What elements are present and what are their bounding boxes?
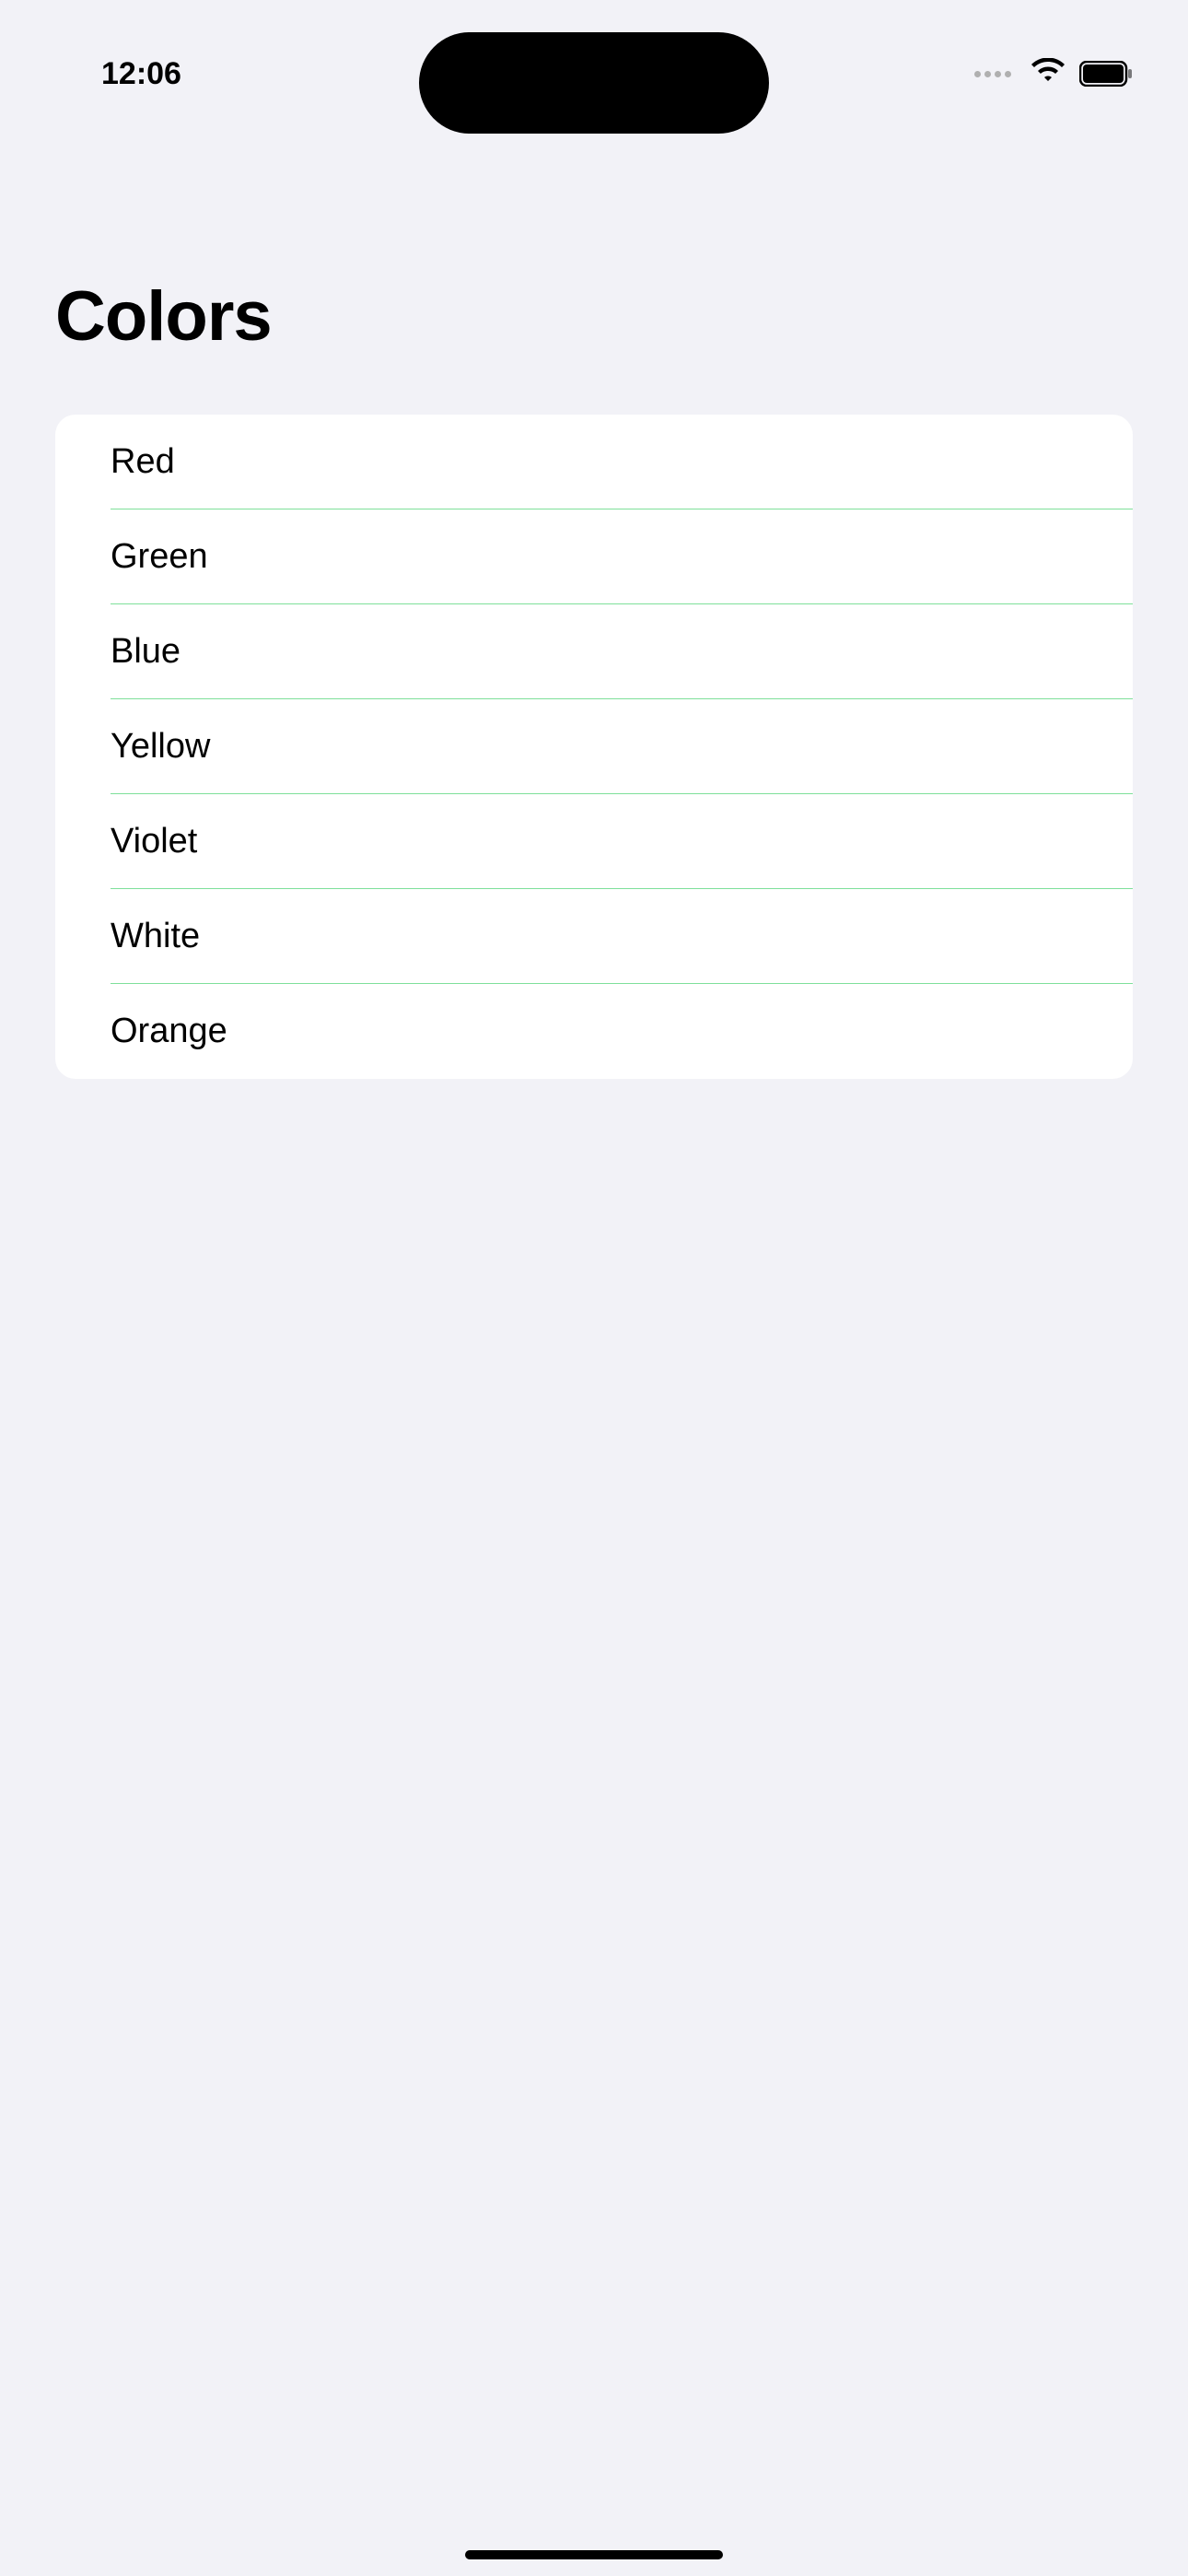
page-title: Colors	[55, 276, 272, 357]
wifi-icon	[1030, 58, 1066, 90]
colors-list: Red Green Blue Yellow Violet White Orang…	[55, 415, 1133, 1079]
dynamic-island	[419, 32, 769, 134]
list-item[interactable]: Violet	[55, 794, 1133, 889]
list-item-label: Blue	[111, 632, 181, 671]
list-item-label: Orange	[111, 1012, 227, 1050]
list-item-label: White	[111, 917, 200, 955]
home-indicator[interactable]	[465, 2550, 723, 2559]
cellular-signal-icon	[974, 71, 1011, 77]
list-item[interactable]: Green	[55, 509, 1133, 604]
status-bar: 12:06	[0, 0, 1188, 111]
status-right	[974, 58, 1133, 90]
battery-icon	[1079, 61, 1133, 87]
list-item[interactable]: Red	[55, 415, 1133, 509]
list-item-label: Violet	[111, 822, 197, 861]
list-item[interactable]: Yellow	[55, 699, 1133, 794]
list-item-label: Red	[111, 442, 175, 481]
list-item[interactable]: Orange	[55, 984, 1133, 1079]
list-item[interactable]: White	[55, 889, 1133, 984]
status-time: 12:06	[101, 56, 181, 92]
list-item[interactable]: Blue	[55, 604, 1133, 699]
list-item-label: Green	[111, 537, 208, 576]
list-item-label: Yellow	[111, 727, 210, 766]
